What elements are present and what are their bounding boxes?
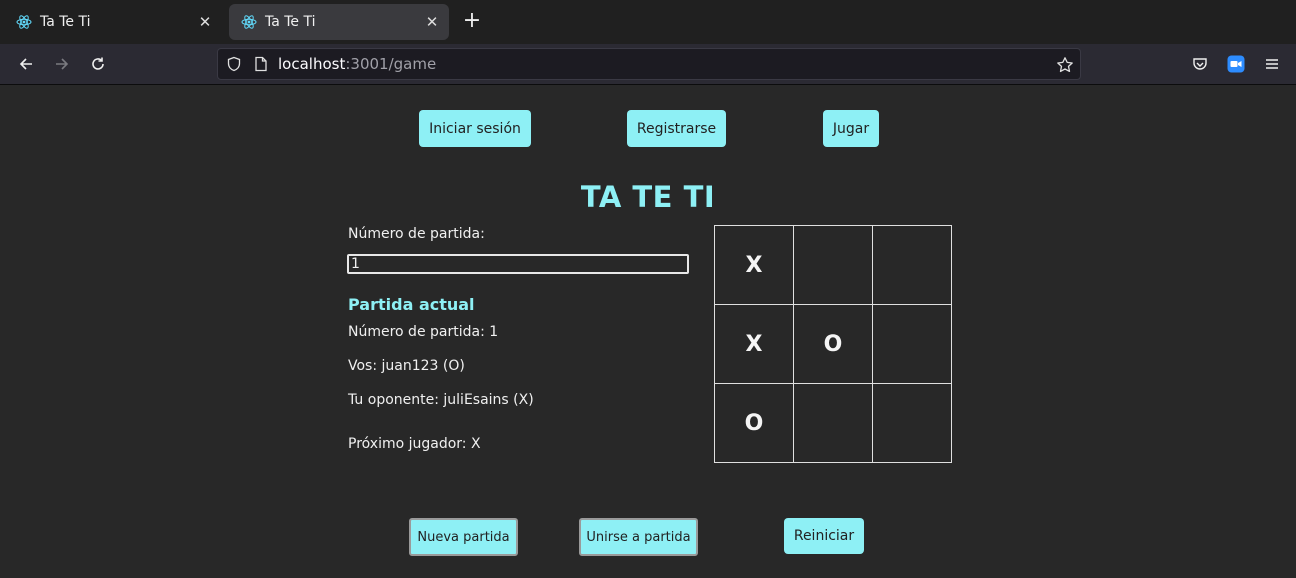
page-title: TA TE TI [580, 180, 716, 214]
game-board: X X O O [714, 225, 952, 463]
tab-title: Ta Te Ti [40, 14, 91, 30]
url-text: localhost:3001/game [278, 55, 436, 73]
react-icon [241, 14, 257, 30]
login-button[interactable]: Iniciar sesión [419, 110, 531, 147]
browser-tab-1[interactable]: Ta Te Ti ✕ [4, 4, 222, 40]
board-cell[interactable]: X [715, 226, 794, 305]
menu-icon[interactable] [1260, 52, 1284, 76]
play-button[interactable]: Jugar [823, 110, 879, 147]
current-match-title: Partida actual [348, 295, 475, 314]
board-cell[interactable] [873, 226, 952, 305]
board-cell[interactable] [794, 226, 873, 305]
match-number-info: Número de partida: 1 [348, 324, 499, 340]
new-tab-icon[interactable]: + [460, 10, 484, 34]
match-number-label: Número de partida: [348, 226, 485, 242]
board-cell[interactable] [873, 305, 952, 384]
browser-nav-bar: localhost:3001/game [0, 44, 1296, 85]
new-match-button[interactable]: Nueva partida [409, 518, 518, 556]
board-cell[interactable]: O [715, 384, 794, 463]
bookmark-star-icon[interactable] [1056, 56, 1074, 74]
browser-tab-2[interactable]: Ta Te Ti ✕ [229, 4, 449, 40]
board-cell[interactable]: X [715, 305, 794, 384]
restart-button[interactable]: Reiniciar [784, 518, 864, 554]
react-icon [16, 14, 32, 30]
board-cell[interactable] [873, 384, 952, 463]
url-path: :3001/game [345, 55, 437, 73]
board-cell[interactable]: O [794, 305, 873, 384]
close-tab-icon[interactable]: ✕ [196, 13, 214, 31]
join-match-button[interactable]: Unirse a partida [579, 518, 698, 556]
opponent-info: Tu oponente: juliEsains (X) [348, 392, 534, 408]
pocket-icon[interactable] [1188, 52, 1212, 76]
match-number-input[interactable] [347, 254, 689, 274]
close-tab-icon[interactable]: ✕ [423, 13, 441, 31]
shield-icon[interactable] [226, 56, 242, 72]
reload-icon[interactable] [86, 52, 110, 76]
forward-icon[interactable] [50, 52, 74, 76]
browser-tab-bar: Ta Te Ti ✕ Ta Te Ti ✕ + [0, 0, 1296, 44]
board-cell[interactable] [794, 384, 873, 463]
url-host: localhost [278, 55, 346, 73]
url-bar[interactable]: localhost:3001/game [217, 48, 1081, 80]
page-icon [254, 56, 268, 72]
you-player-info: Vos: juan123 (O) [348, 358, 465, 374]
register-button[interactable]: Registrarse [627, 110, 726, 147]
next-player-info: Próximo jugador: X [348, 436, 481, 452]
tab-title: Ta Te Ti [265, 14, 316, 30]
extension-video-icon[interactable] [1224, 52, 1248, 76]
back-icon[interactable] [14, 52, 38, 76]
